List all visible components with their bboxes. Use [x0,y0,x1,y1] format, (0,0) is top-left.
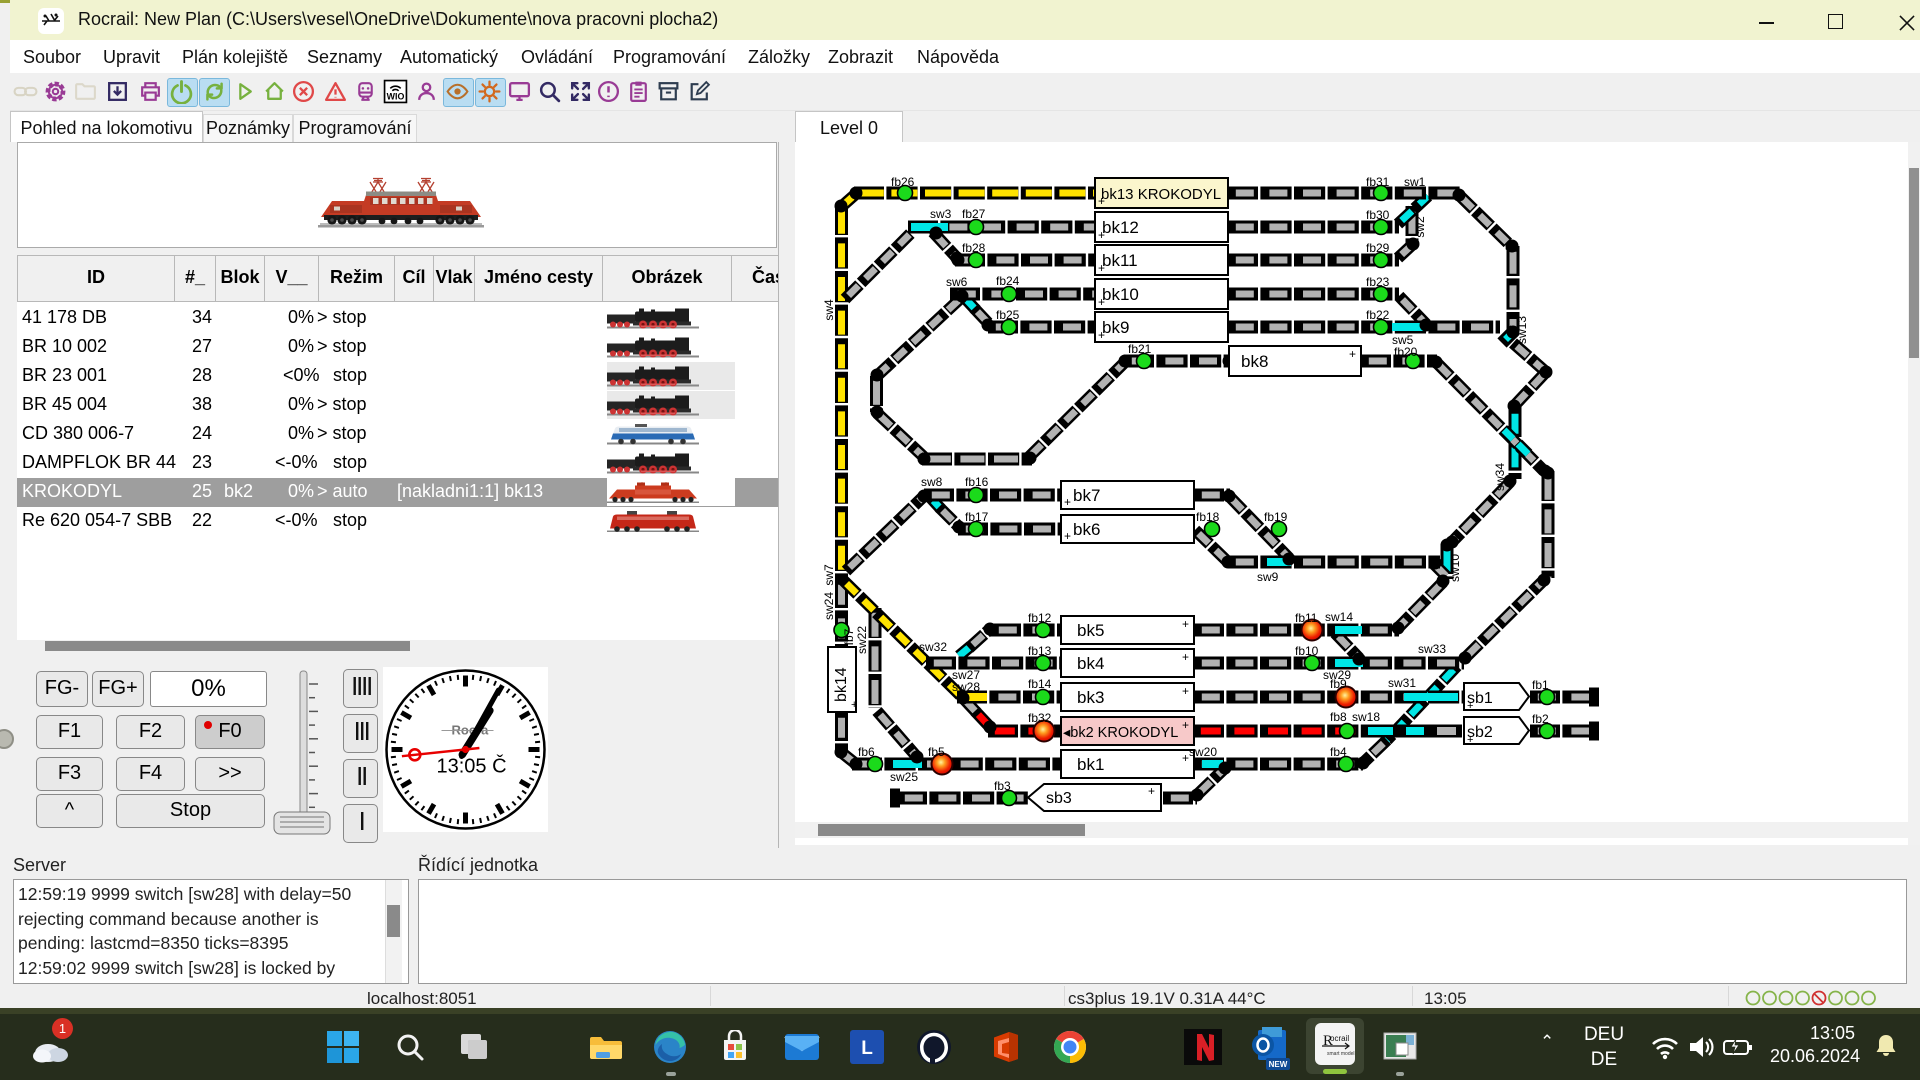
svg-text:fb5: fb5 [928,745,945,759]
svg-text:sw18: sw18 [1352,710,1380,724]
svg-text:fb23: fb23 [1366,275,1390,289]
svg-text:sw9: sw9 [1257,570,1279,584]
svg-text:fb12: fb12 [1028,611,1052,625]
svg-text:bk10: bk10 [1102,285,1139,304]
svg-text:bk11: bk11 [1102,251,1138,270]
svg-text:sw4: sw4 [822,299,836,321]
svg-text:+: + [1064,529,1071,543]
svg-text:+: + [1182,650,1189,664]
svg-text:fb2: fb2 [1532,712,1549,726]
svg-text:+: + [1182,684,1189,698]
svg-text:fb1: fb1 [1532,678,1549,692]
svg-text:◂bk2 KROKODYL: ◂bk2 KROKODYL [1063,725,1178,741]
svg-text:WIO: WIO [387,91,405,101]
svg-text:+: + [1182,617,1189,631]
svg-text:sw3: sw3 [930,207,952,221]
svg-text:bk14: bk14 [833,667,850,702]
svg-text:bk5: bk5 [1077,621,1104,640]
svg-text:sw13: sw13 [1515,316,1529,344]
svg-text:bk1: bk1 [1077,755,1104,774]
svg-text:+: + [1467,700,1473,712]
svg-text:fb4: fb4 [1330,745,1347,759]
svg-text:+: + [1098,194,1105,208]
svg-text:sw25: sw25 [890,770,918,784]
svg-text:bk6: bk6 [1073,520,1100,539]
svg-text:+: + [1098,261,1105,275]
svg-text:bk8: bk8 [1241,352,1268,371]
svg-text:bk9: bk9 [1102,318,1129,337]
svg-text:fb29: fb29 [1366,241,1390,255]
svg-text:fb7: fb7 [842,628,856,645]
svg-text:sw32: sw32 [919,640,947,654]
svg-text:fb8: fb8 [1330,710,1347,724]
svg-text:fb14: fb14 [1028,677,1052,691]
svg-text:smart model: smart model [1327,1051,1355,1057]
svg-text:fb19: fb19 [1264,510,1288,524]
svg-text:fb16: fb16 [965,475,989,489]
svg-text:fb10: fb10 [1295,644,1319,658]
svg-text:fb27: fb27 [962,207,986,221]
svg-text:+: + [1064,495,1071,509]
svg-text:sw28: sw28 [952,680,980,694]
svg-text:fb25: fb25 [996,308,1020,322]
svg-text:sw14: sw14 [1325,610,1353,624]
svg-text:sw8: sw8 [921,475,943,489]
svg-text:fb9: fb9 [1330,677,1347,691]
svg-text:bk13 KROKODYL: bk13 KROKODYL [1101,186,1221,203]
svg-text:fb31: fb31 [1366,175,1390,189]
svg-text:fb21: fb21 [1128,342,1152,356]
svg-text:+: + [1098,228,1105,242]
svg-text:bk3: bk3 [1077,688,1104,707]
svg-text:sw34: sw34 [1493,463,1507,491]
svg-text:fb22: fb22 [1366,308,1390,322]
svg-text:sw33: sw33 [1418,642,1446,656]
svg-text:fb6: fb6 [858,745,875,759]
svg-text:13:05 Č: 13:05 Č [437,755,507,778]
svg-text:sw10: sw10 [1448,554,1462,582]
svg-text:fb30: fb30 [1366,208,1390,222]
svg-text:fb20: fb20 [1394,345,1418,359]
svg-text:bk7: bk7 [1073,486,1100,505]
svg-text:sw31: sw31 [1388,676,1416,690]
svg-text:ocrail: ocrail [1330,1034,1349,1043]
svg-text:sw22: sw22 [855,626,869,654]
svg-text:fb11: fb11 [1295,611,1318,625]
svg-text:L: L [861,1038,873,1059]
svg-text:+: + [1182,718,1189,732]
svg-text:sw7: sw7 [822,564,836,586]
svg-text:+: + [1148,784,1155,798]
svg-text:sw24: sw24 [822,592,836,620]
svg-text:fb26: fb26 [891,175,915,189]
svg-text:+: + [1098,328,1105,342]
svg-text:fb32: fb32 [1028,711,1052,725]
svg-text:+: + [1098,295,1105,309]
svg-text:+: + [1349,347,1356,361]
svg-text:fb24: fb24 [996,274,1020,288]
svg-text:fb18: fb18 [1196,510,1220,524]
svg-text:+: + [1182,751,1189,765]
svg-text:fb3: fb3 [994,779,1011,793]
svg-text:fb13: fb13 [1028,644,1052,658]
svg-text:sw20: sw20 [1189,745,1217,759]
svg-text:bk4: bk4 [1077,654,1104,673]
svg-text:bk12: bk12 [1102,218,1139,237]
svg-text:fb17: fb17 [965,510,989,524]
svg-text:fb28: fb28 [962,241,986,255]
svg-text:sw1: sw1 [1404,175,1426,189]
svg-text:sw6: sw6 [946,275,968,289]
svg-text:sw2: sw2 [1413,216,1427,238]
svg-text:sb3: sb3 [1046,790,1072,807]
svg-text:+: + [1467,734,1473,746]
svg-text:+: + [851,699,857,711]
